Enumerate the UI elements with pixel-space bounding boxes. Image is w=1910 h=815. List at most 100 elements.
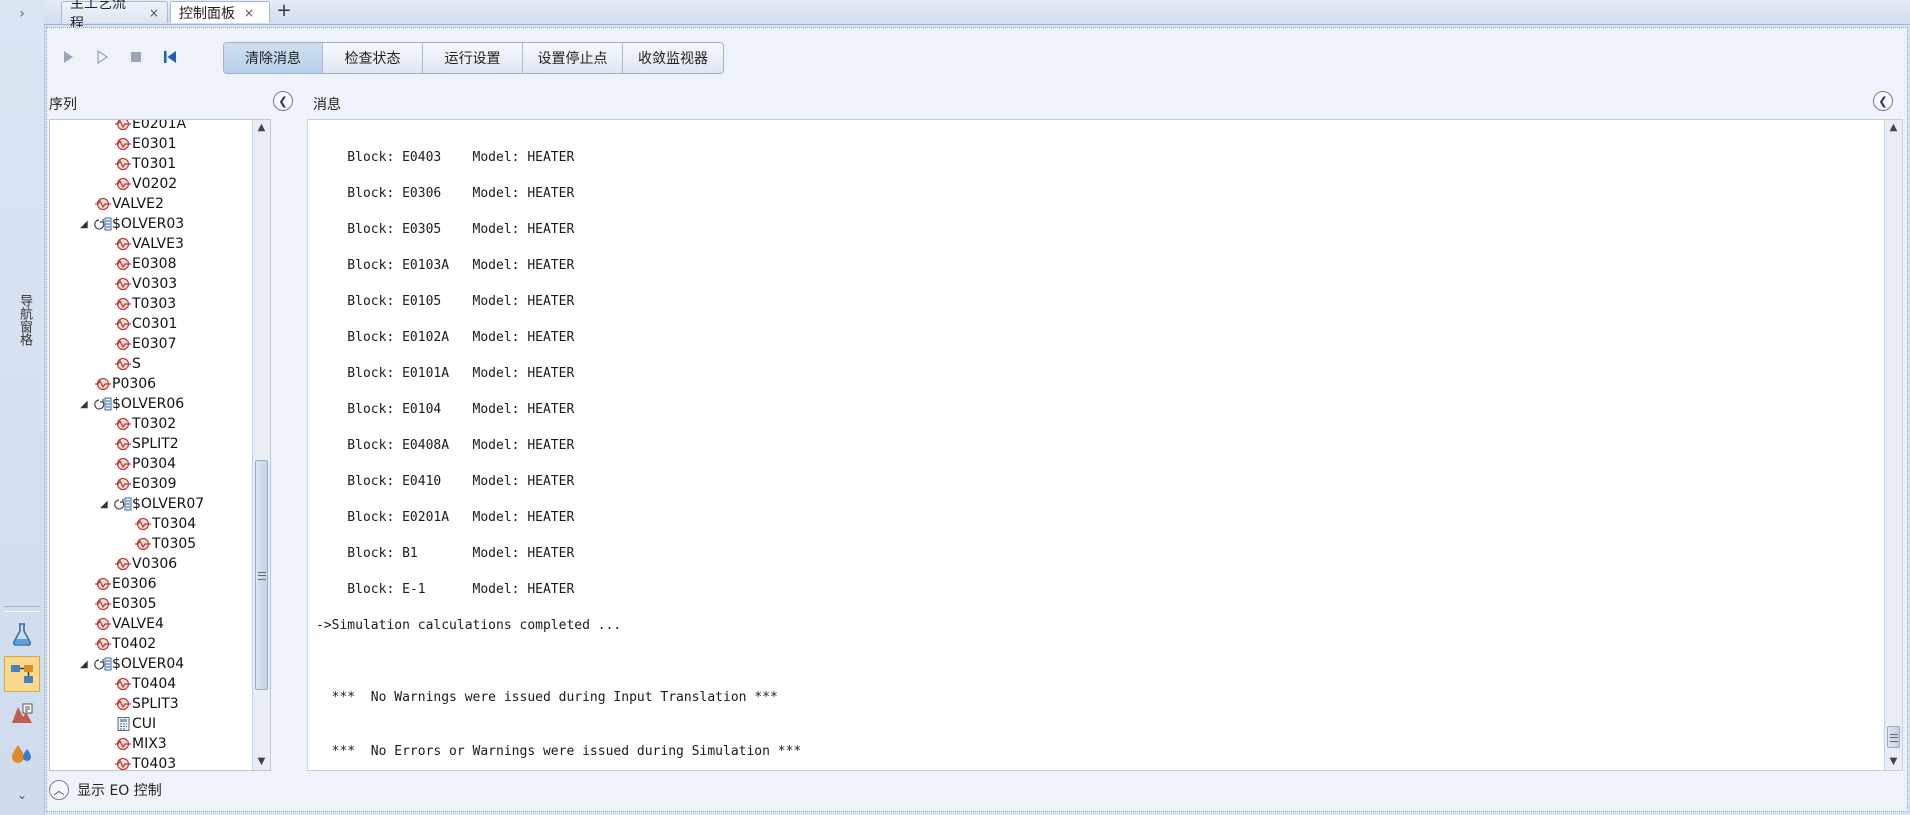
tree-item-label: T0402 [112, 636, 157, 652]
tree-item[interactable]: E0305 [50, 594, 260, 614]
tree-item[interactable]: VALVE2 [50, 194, 260, 214]
tree-item-label: T0301 [132, 156, 177, 172]
tree-item[interactable]: MIX3 [50, 734, 260, 754]
tree-item[interactable]: ◢ $OLVER06 [50, 394, 260, 414]
tab-close-icon[interactable]: × [149, 6, 159, 20]
tree-item[interactable]: VALVE4 [50, 614, 260, 634]
tree-item[interactable]: S [50, 354, 260, 374]
tree-item[interactable]: T0301 [50, 154, 260, 174]
tree-item[interactable]: E0201A [50, 120, 260, 134]
tree-item-label: VALVE4 [112, 616, 164, 632]
tree-item[interactable]: E0306 [50, 574, 260, 594]
tree-item[interactable]: T0402 [50, 634, 260, 654]
heater-block-icon [114, 556, 132, 572]
collapse-sequence-icon[interactable]: ❮ [273, 91, 293, 111]
tree-expander-icon[interactable]: ◢ [100, 499, 108, 510]
step-icon[interactable] [91, 46, 113, 68]
set-breakpoint-button[interactable]: 设置停止点 [523, 43, 623, 73]
heater-block-icon [134, 536, 152, 552]
tree-item[interactable]: T0304 [50, 514, 260, 534]
tab-main-flowsheet[interactable]: 主工艺流程 × [61, 0, 168, 32]
tree-item[interactable]: SPLIT2 [50, 434, 260, 454]
nav-more-icon[interactable]: ⌄ [14, 788, 30, 804]
property-analysis-icon[interactable] [4, 696, 40, 732]
tree-item[interactable]: T0305 [50, 534, 260, 554]
tree-item[interactable]: P0306 [50, 374, 260, 394]
tree-item-label: MIX3 [132, 736, 167, 752]
sequence-tree[interactable]: E0201A E0301 T0301 V0202 VALVE2 ◢ $OLVER03 VALV… [49, 119, 271, 771]
tree-item[interactable]: E0309 [50, 474, 260, 494]
sequence-scrollbar[interactable]: ▲ ▼ [252, 120, 270, 770]
tree-item[interactable]: E0307 [50, 334, 260, 354]
scroll-thumb[interactable] [1887, 726, 1900, 748]
run-icon[interactable] [57, 46, 79, 68]
flask-icon[interactable] [4, 616, 40, 652]
clear-messages-button[interactable]: 清除消息 [224, 43, 323, 73]
solver-icon [94, 656, 112, 672]
tree-item[interactable]: CUI [50, 714, 260, 734]
tree-item-label: E0301 [132, 136, 177, 152]
message-log[interactable]: Block: E0403 Model: HEATER Block: E0306 … [307, 119, 1903, 771]
message-line: Block: E0305 Model: HEATER [316, 222, 575, 237]
scroll-down-icon[interactable]: ▼ [253, 754, 270, 770]
tab-close-icon[interactable]: × [244, 6, 254, 20]
scroll-up-icon[interactable]: ▲ [253, 120, 270, 136]
heater-block-icon [114, 120, 132, 132]
collapse-messages-icon[interactable]: ❮ [1873, 91, 1893, 111]
tree-item-label: E0306 [112, 576, 157, 592]
run-settings-button[interactable]: 运行设置 [423, 43, 523, 73]
scroll-thumb[interactable] [255, 460, 268, 690]
reset-icon[interactable] [159, 46, 181, 68]
heater-block-icon [114, 136, 132, 152]
energy-drops-icon[interactable] [4, 736, 40, 772]
add-tab-button[interactable]: + [274, 2, 294, 22]
heater-block-icon [114, 236, 132, 252]
tree-item[interactable]: ◢ $OLVER04 [50, 654, 260, 674]
navigation-pane-title[interactable]: 导航窗格 [8, 280, 34, 360]
tree-item[interactable]: E0301 [50, 134, 260, 154]
tree-item-label: P0304 [132, 456, 177, 472]
tab-control-panel[interactable]: 控制面板 × [170, 1, 270, 23]
expand-eo-icon[interactable]: ︿ [49, 780, 69, 800]
tree-item[interactable]: P0304 [50, 454, 260, 474]
tree-item[interactable]: VALVE3 [50, 234, 260, 254]
message-line: Block: E0403 Model: HEATER [316, 150, 575, 165]
toolbar-button-group: 清除消息 检查状态 运行设置 设置停止点 收敛监视器 [223, 42, 724, 74]
tree-item-label: T0305 [152, 536, 197, 552]
stop-icon[interactable] [125, 46, 147, 68]
calculator-block-icon [114, 716, 132, 732]
convergence-monitor-button[interactable]: 收敛监视器 [623, 43, 723, 73]
check-status-button[interactable]: 检查状态 [323, 43, 423, 73]
tree-item[interactable]: SPLIT3 [50, 694, 260, 714]
tree-item-label: VALVE3 [132, 236, 184, 252]
tree-item[interactable]: ◢ $OLVER03 [50, 214, 260, 234]
heater-block-icon [94, 596, 112, 612]
message-line: Block: E0410 Model: HEATER [316, 474, 575, 489]
tree-item[interactable]: T0404 [50, 674, 260, 694]
tree-item[interactable]: T0303 [50, 294, 260, 314]
heater-block-icon [114, 316, 132, 332]
show-eo-control-label[interactable]: 显示 EO 控制 [77, 780, 162, 800]
tree-item[interactable]: E0308 [50, 254, 260, 274]
scroll-down-icon[interactable]: ▼ [1885, 754, 1902, 770]
nav-expand-icon[interactable]: › [14, 4, 30, 24]
heater-block-icon [114, 756, 132, 770]
tree-item-label: $OLVER04 [112, 656, 185, 672]
tree-item[interactable]: V0303 [50, 274, 260, 294]
tree-expander-icon[interactable]: ◢ [80, 399, 88, 410]
tree-expander-icon[interactable]: ◢ [80, 219, 88, 230]
tree-expander-icon[interactable]: ◢ [80, 659, 88, 670]
tree-item[interactable]: V0306 [50, 554, 260, 574]
tree-item[interactable]: V0202 [50, 174, 260, 194]
tree-item[interactable]: T0302 [50, 414, 260, 434]
message-line: ->Simulation calculations completed ... [316, 618, 622, 633]
messages-scrollbar[interactable]: ▲ ▼ [1884, 120, 1902, 770]
tree-item[interactable]: ◢ $OLVER07 [50, 494, 260, 514]
tree-item-label: E0307 [132, 336, 177, 352]
scroll-up-icon[interactable]: ▲ [1885, 120, 1902, 136]
message-line: Block: E0101A Model: HEATER [316, 366, 575, 381]
tree-item[interactable]: C0301 [50, 314, 260, 334]
heater-block-icon [114, 436, 132, 452]
flowsheet-icon[interactable] [4, 656, 40, 692]
tree-item[interactable]: T0403 [50, 754, 260, 770]
